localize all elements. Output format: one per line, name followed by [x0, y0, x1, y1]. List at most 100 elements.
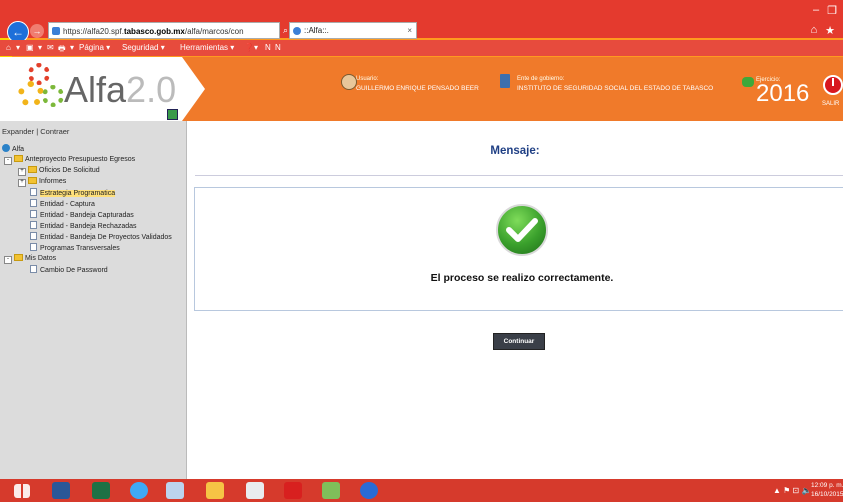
calendar-icon: [742, 77, 754, 87]
system-tray[interactable]: ▲ ⚑ ⊡ 🔈: [773, 486, 811, 495]
user-avatar-icon: [341, 74, 357, 90]
excel-icon[interactable]: [92, 482, 110, 499]
url-prefix: https://alfa20.spf.: [63, 27, 124, 36]
app-header: Alfa2.0 Usuario: GUILLERMO ENRIQUE PENSA…: [0, 57, 843, 121]
url-path: /alfa/marcos/con: [184, 27, 244, 36]
building-icon: [500, 74, 510, 88]
folder-icon: [28, 166, 37, 173]
tree-node-entidad-captura[interactable]: Entidad - Captura: [30, 199, 95, 209]
cmd-feeds-dropdown[interactable]: ▾: [38, 43, 42, 52]
onenote-icon-2[interactable]: N: [275, 43, 281, 52]
page-icon: [30, 243, 37, 251]
windows-start-icon[interactable]: [14, 484, 30, 498]
browser-right-icons: ⌂ ★: [810, 24, 835, 37]
forward-button[interactable]: →: [30, 24, 44, 38]
ie-tab-icon: [293, 27, 301, 35]
menu-pagina[interactable]: Página ▾: [79, 43, 110, 52]
media-player-icon[interactable]: [360, 482, 378, 499]
power-icon[interactable]: [823, 75, 843, 95]
continue-button[interactable]: Continuar: [493, 333, 545, 350]
alfa-root-icon: [2, 144, 10, 152]
menu-help[interactable]: ❓▾: [244, 43, 258, 52]
cmd-print-dropdown[interactable]: ▾: [70, 43, 74, 52]
collapse-toggle-icon[interactable]: -: [4, 157, 12, 165]
tree-node-bandeja-rechazadas[interactable]: Entidad - Bandeja Rechazadas: [30, 221, 137, 231]
menu-herramientas[interactable]: Herramientas ▾: [180, 43, 234, 52]
word-icon[interactable]: [52, 482, 70, 499]
acrobat-icon[interactable]: [284, 482, 302, 499]
app-icon-blue[interactable]: [166, 482, 184, 499]
restore-button[interactable]: ❐: [827, 4, 837, 17]
ejercicio-year: 2016: [756, 80, 810, 107]
logo-text: Alfa2.0: [64, 69, 176, 111]
success-message: El proceso se realizo correctamente.: [430, 272, 614, 284]
onenote-icon-1[interactable]: N: [265, 43, 271, 52]
logo-gear-yellow-icon: [18, 81, 44, 107]
ente-value: INSTITUTO DE SEGURIDAD SOCIAL DEL ESTADO…: [517, 85, 714, 92]
tree-node-oficios[interactable]: + Oficios De Solicitud: [18, 166, 100, 176]
success-check-icon: [496, 204, 548, 256]
home-icon[interactable]: ⌂: [810, 24, 817, 37]
internet-explorer-icon[interactable]: [130, 482, 148, 499]
salir-label[interactable]: SALIR: [822, 101, 839, 107]
title-divider: [195, 175, 843, 176]
collapse-all-link[interactable]: Contraer: [40, 127, 69, 136]
usuario-label: Usuario:: [356, 76, 379, 82]
tree-node-estrategia[interactable]: Estrategia Programatica: [30, 188, 116, 198]
tab-title: ::Alfa::.: [304, 26, 329, 35]
tree-root-alfa[interactable]: Alfa: [2, 144, 24, 154]
paint-icon[interactable]: [246, 482, 264, 499]
page-icon: [30, 265, 37, 273]
page-icon: [30, 210, 37, 218]
cmd-print-icon[interactable]: 🖶: [58, 43, 66, 57]
command-bar: ⌂ ▾ ▣ ▾ ✉ 🖶 ▾ Página ▾ Seguridad ▾ Herra…: [0, 40, 843, 56]
page-icon: [30, 188, 37, 196]
tree-node-cambio-password[interactable]: Cambio De Password: [30, 265, 108, 275]
tree-node-anteproyecto[interactable]: - Anteproyecto Presupuesto Egresos: [4, 155, 135, 165]
collapse-toggle-icon[interactable]: -: [4, 256, 12, 264]
menu-seguridad[interactable]: Seguridad ▾: [122, 43, 165, 52]
folder-icon: [14, 155, 23, 162]
cmd-feeds-icon[interactable]: ▣: [26, 43, 34, 52]
folder-icon: [28, 177, 37, 184]
tree-node-mis-datos[interactable]: - Mis Datos: [4, 254, 56, 264]
site-favicon-icon: [52, 27, 60, 35]
tree-node-informes[interactable]: + Informes: [18, 177, 66, 187]
cmd-home-icon[interactable]: ⌂: [6, 43, 11, 52]
navigation-tree: Expander | Contraer Alfa - Anteproyecto P…: [0, 121, 187, 479]
tab-close-icon[interactable]: ×: [407, 23, 412, 39]
favorites-star-icon[interactable]: ★: [825, 24, 835, 37]
message-title: Mensaje:: [490, 145, 540, 157]
usuario-value: GUILLERMO ENRIQUE PENSADO BEER: [356, 85, 479, 92]
expand-all-link[interactable]: Expander: [2, 127, 34, 136]
tree-node-programas[interactable]: Programas Transversales: [30, 243, 120, 253]
logo-main: Alfa: [64, 69, 127, 110]
expand-toggle-icon[interactable]: +: [18, 168, 26, 176]
message-box: El proceso se realizo correctamente.: [194, 187, 843, 311]
taskbar-clock[interactable]: 12:09 p. m. 16/10/2015: [811, 481, 843, 499]
logo-badge-icon: [167, 109, 178, 120]
browser-tab[interactable]: ::Alfa::. ×: [289, 22, 417, 39]
tree-node-bandeja-validados[interactable]: Entidad - Bandeja De Proyectos Validados: [30, 232, 185, 242]
expand-toggle-icon[interactable]: +: [18, 179, 26, 187]
page-icon: [30, 221, 37, 229]
windows-taskbar: ▲ ⚑ ⊡ 🔈 12:09 p. m. 16/10/2015: [0, 479, 843, 502]
cmd-home-dropdown[interactable]: ▾: [16, 43, 20, 52]
address-bar[interactable]: https://alfa20.spf.tabasco.gob.mx/alfa/m…: [48, 22, 280, 39]
window-controls: – ❐: [813, 4, 837, 17]
page-icon: [30, 199, 37, 207]
cmd-mail-icon[interactable]: ✉: [47, 43, 54, 52]
minimize-button[interactable]: –: [813, 4, 819, 17]
folder-icon: [14, 254, 23, 261]
logo-gear-green-icon: [42, 85, 64, 107]
tree-node-bandeja-capturadas[interactable]: Entidad - Bandeja Capturadas: [30, 210, 134, 220]
file-explorer-icon[interactable]: [206, 482, 224, 499]
clock-time: 12:09 p. m.: [811, 482, 843, 489]
logo-area: Alfa2.0: [0, 57, 205, 121]
url-host: tabasco.gob.mx: [123, 27, 185, 36]
main-content: Mensaje: El proceso se realizo correctam…: [187, 121, 843, 479]
photo-app-icon[interactable]: [322, 482, 340, 499]
ente-label: Ente de gobierno:: [517, 76, 565, 82]
logo-version: 2.0: [126, 69, 177, 110]
page-icon: [30, 232, 37, 240]
